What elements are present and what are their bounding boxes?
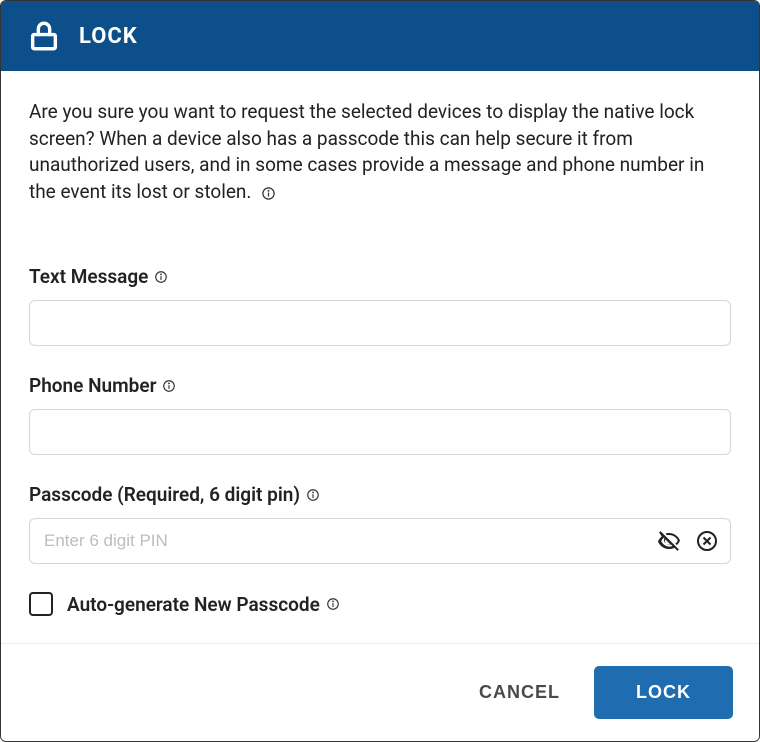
description-wrap: Are you sure you want to request the sel… — [29, 99, 731, 205]
info-icon[interactable] — [154, 270, 168, 284]
passcode-input-icons — [655, 527, 721, 555]
clear-icon[interactable] — [693, 527, 721, 555]
lock-button[interactable]: LOCK — [594, 666, 733, 719]
passcode-input[interactable] — [29, 518, 731, 564]
auto-generate-label: Auto-generate New Passcode — [67, 593, 340, 616]
passcode-group: Passcode (Required, 6 digit pin) — [29, 483, 731, 564]
description-text: Are you sure you want to request the sel… — [29, 100, 704, 203]
info-icon[interactable] — [162, 379, 176, 393]
passcode-label-text: Passcode (Required, 6 digit pin) — [29, 483, 300, 506]
modal-header: LOCK — [1, 1, 759, 71]
passcode-label: Passcode (Required, 6 digit pin) — [29, 483, 731, 506]
auto-generate-checkbox[interactable] — [29, 592, 53, 616]
modal-footer: CANCEL LOCK — [1, 643, 759, 741]
lock-icon — [27, 19, 61, 53]
info-icon[interactable] — [306, 488, 320, 502]
auto-generate-label-text: Auto-generate New Passcode — [67, 593, 320, 616]
text-message-label-text: Text Message — [29, 265, 148, 288]
phone-number-group: Phone Number — [29, 374, 731, 455]
passcode-input-wrap — [29, 518, 731, 564]
info-icon[interactable] — [326, 597, 340, 611]
lock-modal: LOCK Are you sure you want to request th… — [0, 0, 760, 742]
auto-generate-row: Auto-generate New Passcode — [29, 592, 731, 616]
phone-number-label: Phone Number — [29, 374, 731, 397]
cancel-button[interactable]: CANCEL — [473, 668, 566, 717]
text-message-group: Text Message — [29, 265, 731, 346]
phone-number-input[interactable] — [29, 409, 731, 455]
info-icon[interactable] — [261, 186, 276, 201]
visibility-off-icon[interactable] — [655, 527, 683, 555]
modal-body: Are you sure you want to request the sel… — [1, 71, 759, 643]
text-message-input[interactable] — [29, 300, 731, 346]
phone-number-label-text: Phone Number — [29, 374, 156, 397]
text-message-label: Text Message — [29, 265, 731, 288]
modal-title: LOCK — [79, 24, 138, 49]
